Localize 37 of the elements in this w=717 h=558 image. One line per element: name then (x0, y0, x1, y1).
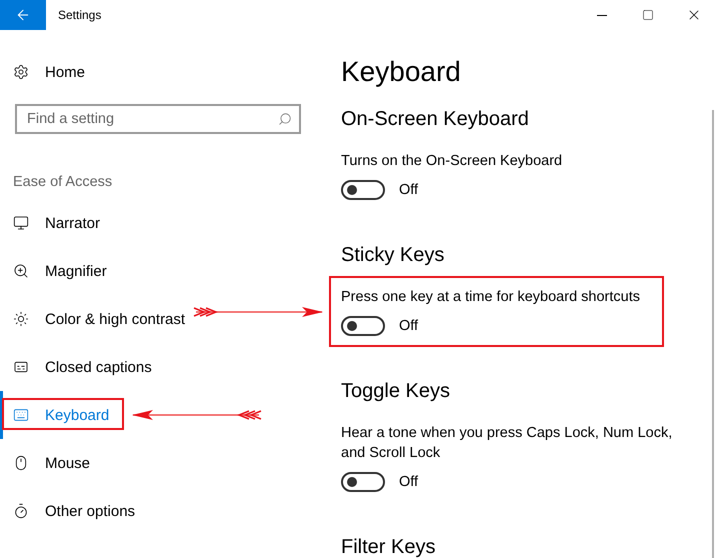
nav-item[interactable]: Color & high contrast (0, 295, 330, 343)
toggle-switch[interactable] (341, 180, 385, 200)
zoom-in-icon (13, 263, 29, 279)
section-heading: Sticky Keys (341, 243, 446, 268)
setting-description: Hear a tone when you press Caps Lock, Num Lock, and Scroll Lock (341, 424, 674, 463)
page-title: Keyboard (341, 55, 462, 89)
scrollbar[interactable] (712, 110, 714, 558)
setting-description: Press one key at a time for keyboard shortcuts (341, 288, 641, 307)
group-label: Ease of Access (13, 173, 114, 192)
sun-icon (13, 311, 29, 327)
section-heading: Toggle Keys (341, 379, 451, 404)
keyboard-icon (13, 407, 29, 423)
nav-item[interactable]: Closed captions (0, 343, 330, 391)
mouse-icon (13, 455, 29, 471)
maximize-icon (642, 9, 654, 21)
toggle-state: Off (399, 182, 418, 198)
monitor-icon (13, 215, 29, 231)
settings-icon (13, 64, 29, 80)
section-heading: Filter Keys (341, 535, 436, 558)
home-link[interactable]: Home (0, 48, 330, 96)
nav-item[interactable]: Narrator (0, 199, 330, 247)
nav-item[interactable]: Magnifier (0, 247, 330, 295)
setting-description: Turns on the On-Screen Keyboard (341, 152, 564, 171)
minimize-icon (597, 14, 607, 16)
nav-item[interactable]: Other options (0, 487, 330, 535)
captions-icon (13, 359, 29, 375)
search-icon (278, 112, 292, 126)
timer-icon (13, 503, 29, 519)
toggle-switch[interactable] (341, 472, 385, 492)
section-heading: On-Screen Keyboard (341, 107, 530, 132)
toggle-state: Off (399, 474, 418, 490)
search-field[interactable]: Find a setting (15, 104, 301, 134)
window-title: Settings (58, 8, 102, 22)
toggle-state: Off (399, 318, 418, 334)
toggle-switch[interactable] (341, 316, 385, 336)
nav-item[interactable]: Keyboard (0, 391, 330, 439)
nav-item[interactable]: Mouse (0, 439, 330, 487)
